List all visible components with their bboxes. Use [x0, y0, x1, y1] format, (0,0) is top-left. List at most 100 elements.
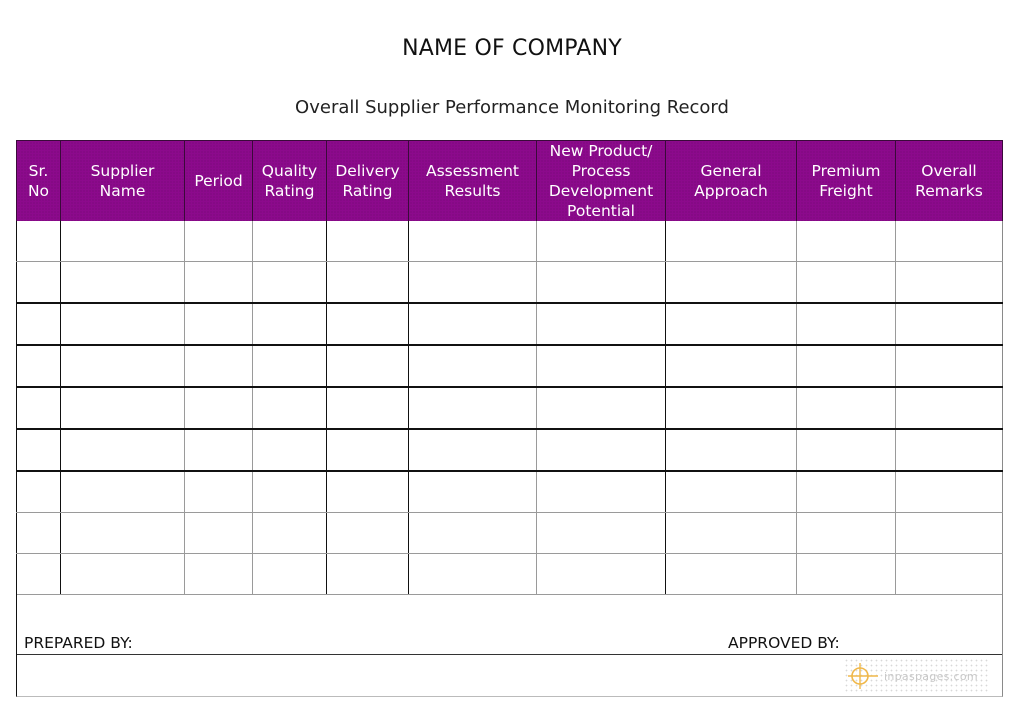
cell-premium-freight[interactable]: [796, 553, 896, 595]
cell-general-approach[interactable]: [665, 471, 797, 513]
cell-overall-remarks[interactable]: [895, 303, 1003, 346]
cell-supplier-name[interactable]: [60, 512, 185, 554]
cell-assessment-results[interactable]: [408, 345, 537, 388]
cell-quality-rating[interactable]: [252, 387, 327, 430]
cell-premium-freight[interactable]: [796, 303, 896, 346]
cell-sr-no[interactable]: [16, 303, 61, 346]
cell-period[interactable]: [184, 303, 253, 346]
cell-period[interactable]: [184, 429, 253, 472]
cell-period[interactable]: [184, 221, 253, 262]
cell-new-product-process-development-potential[interactable]: [536, 553, 666, 595]
cell-sr-no[interactable]: [16, 471, 61, 513]
cell-overall-remarks[interactable]: [895, 512, 1003, 554]
cell-general-approach[interactable]: [665, 512, 797, 554]
cell-general-approach[interactable]: [665, 345, 797, 388]
cell-delivery-rating[interactable]: [326, 553, 409, 595]
cell-assessment-results[interactable]: [408, 261, 537, 304]
cell-new-product-process-development-potential[interactable]: [536, 387, 666, 430]
cell-new-product-process-development-potential[interactable]: [536, 261, 666, 304]
cell-delivery-rating[interactable]: [326, 345, 409, 388]
cell-assessment-results[interactable]: [408, 512, 537, 554]
cell-quality-rating[interactable]: [252, 471, 327, 513]
cell-assessment-results[interactable]: [408, 429, 537, 472]
cell-quality-rating[interactable]: [252, 303, 327, 346]
cell-assessment-results[interactable]: [408, 303, 537, 346]
cell-premium-freight[interactable]: [796, 261, 896, 304]
cell-sr-no[interactable]: [16, 387, 61, 430]
table-header-row: Sr. No Supplier Name Period Quality Rating Deli…: [16, 140, 1003, 221]
cell-delivery-rating[interactable]: [326, 221, 409, 262]
cell-supplier-name[interactable]: [60, 387, 185, 430]
cell-period[interactable]: [184, 345, 253, 388]
cell-overall-remarks[interactable]: [895, 345, 1003, 388]
cell-sr-no[interactable]: [16, 261, 61, 304]
cell-sr-no[interactable]: [16, 221, 61, 262]
table-row: [16, 471, 1003, 513]
cell-assessment-results[interactable]: [408, 221, 537, 262]
cell-new-product-process-development-potential[interactable]: [536, 345, 666, 388]
cell-sr-no[interactable]: [16, 345, 61, 388]
cell-supplier-name[interactable]: [60, 553, 185, 595]
cell-period[interactable]: [184, 261, 253, 304]
cell-overall-remarks[interactable]: [895, 221, 1003, 262]
cell-quality-rating[interactable]: [252, 553, 327, 595]
cell-period[interactable]: [184, 512, 253, 554]
cell-new-product-process-development-potential[interactable]: [536, 471, 666, 513]
cell-period[interactable]: [184, 553, 253, 595]
cell-overall-remarks[interactable]: [895, 429, 1003, 472]
cell-delivery-rating[interactable]: [326, 429, 409, 472]
cell-new-product-process-development-potential[interactable]: [536, 429, 666, 472]
cell-assessment-results[interactable]: [408, 553, 537, 595]
cell-period[interactable]: [184, 471, 253, 513]
cell-premium-freight[interactable]: [796, 387, 896, 430]
document-title: Overall Supplier Performance Monitoring …: [295, 97, 729, 118]
cell-supplier-name[interactable]: [60, 345, 185, 388]
cell-general-approach[interactable]: [665, 261, 797, 304]
cell-general-approach[interactable]: [665, 221, 797, 262]
cell-general-approach[interactable]: [665, 553, 797, 595]
cell-quality-rating[interactable]: [252, 261, 327, 304]
cell-premium-freight[interactable]: [796, 471, 896, 513]
cell-supplier-name[interactable]: [60, 471, 185, 513]
cell-general-approach[interactable]: [665, 303, 797, 346]
cell-new-product-process-development-potential[interactable]: [536, 512, 666, 554]
cell-delivery-rating[interactable]: [326, 303, 409, 346]
column-header-line: Rating: [342, 182, 393, 200]
cell-overall-remarks[interactable]: [895, 261, 1003, 304]
cell-new-product-process-development-potential[interactable]: [536, 221, 666, 262]
column-header-period: Period: [184, 140, 253, 221]
cell-assessment-results[interactable]: [408, 471, 537, 513]
cell-sr-no[interactable]: [16, 553, 61, 595]
cell-premium-freight[interactable]: [796, 221, 896, 262]
column-header-general-approach: General Approach: [665, 140, 797, 221]
cell-premium-freight[interactable]: [796, 345, 896, 388]
cell-delivery-rating[interactable]: [326, 387, 409, 430]
cell-general-approach[interactable]: [665, 387, 797, 430]
cell-supplier-name[interactable]: [60, 429, 185, 472]
cell-delivery-rating[interactable]: [326, 471, 409, 513]
cell-general-approach[interactable]: [665, 429, 797, 472]
cell-sr-no[interactable]: [16, 512, 61, 554]
cell-sr-no[interactable]: [16, 429, 61, 472]
cell-premium-freight[interactable]: [796, 429, 896, 472]
cell-overall-remarks[interactable]: [895, 471, 1003, 513]
cell-supplier-name[interactable]: [60, 303, 185, 346]
cell-new-product-process-development-potential[interactable]: [536, 303, 666, 346]
column-header-line: Assessment: [426, 162, 519, 180]
column-header-line: Approach: [694, 182, 768, 200]
column-header-assessment-results: Assessment Results: [408, 140, 537, 221]
cell-delivery-rating[interactable]: [326, 512, 409, 554]
cell-premium-freight[interactable]: [796, 512, 896, 554]
cell-period[interactable]: [184, 387, 253, 430]
cell-supplier-name[interactable]: [60, 261, 185, 304]
cell-supplier-name[interactable]: [60, 221, 185, 262]
cell-assessment-results[interactable]: [408, 387, 537, 430]
cell-quality-rating[interactable]: [252, 512, 327, 554]
cell-overall-remarks[interactable]: [895, 387, 1003, 430]
cell-quality-rating[interactable]: [252, 345, 327, 388]
column-header-line: Period: [194, 172, 243, 190]
cell-quality-rating[interactable]: [252, 429, 327, 472]
cell-delivery-rating[interactable]: [326, 261, 409, 304]
cell-overall-remarks[interactable]: [895, 553, 1003, 595]
cell-quality-rating[interactable]: [252, 221, 327, 262]
